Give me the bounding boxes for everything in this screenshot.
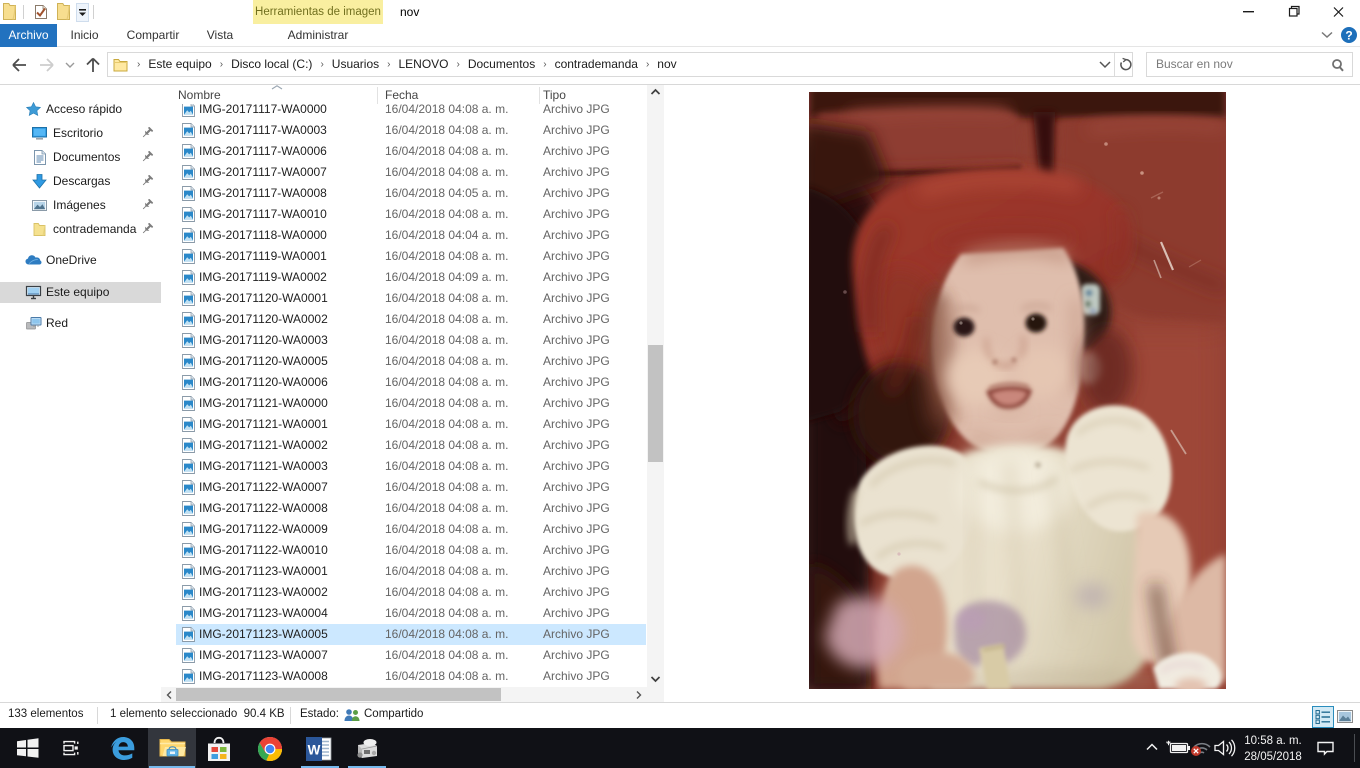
svg-text:?: ? <box>1345 29 1352 43</box>
svg-text:10:58 a. m.: 10:58 a. m. <box>1244 735 1302 747</box>
svg-text:28/05/2018: 28/05/2018 <box>1244 751 1302 763</box>
svg-text:W: W <box>308 743 321 758</box>
